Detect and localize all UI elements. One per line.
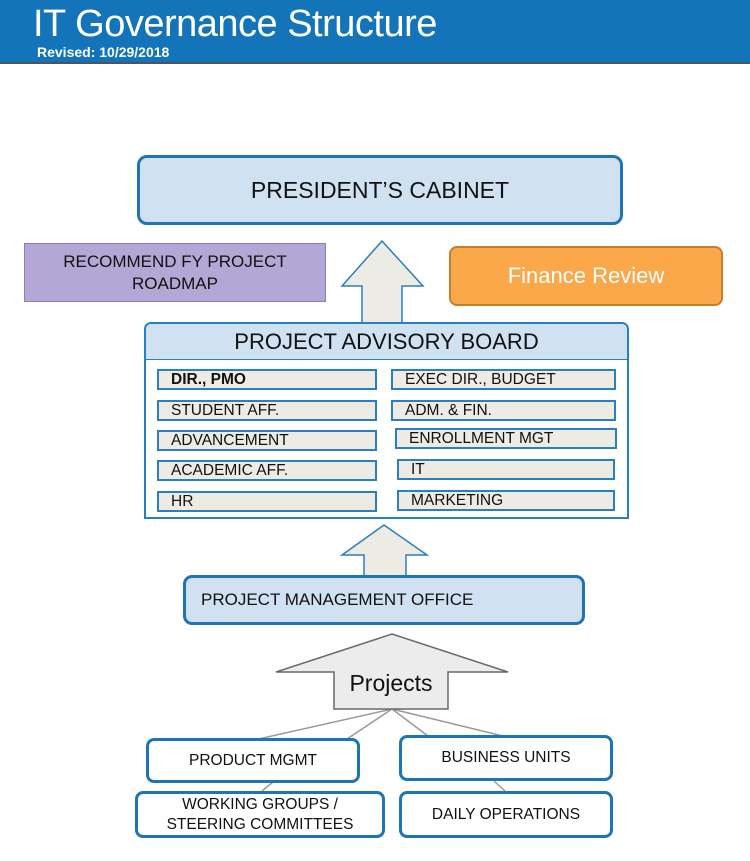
project-management-office-box: PROJECT MANAGEMENT OFFICE bbox=[183, 575, 585, 625]
working-groups-line2: STEERING COMMITTEES bbox=[166, 815, 354, 833]
connector-line bbox=[391, 708, 508, 738]
arrow-up-to-cabinet bbox=[340, 239, 425, 327]
connector-line bbox=[253, 708, 393, 741]
project-advisory-board: PROJECT ADVISORY BOARD DIR., PMO STUDENT… bbox=[144, 322, 629, 519]
projects-label: Projects bbox=[349, 670, 433, 696]
daily-operations-label: DAILY OPERATIONS bbox=[431, 805, 581, 823]
board-member-it: IT bbox=[397, 459, 615, 480]
board-member-advancement: ADVANCEMENT bbox=[157, 430, 377, 451]
product-mgmt-box: PRODUCT MGMT bbox=[146, 738, 360, 783]
business-units-label: BUSINESS UNITS bbox=[441, 749, 571, 766]
board-member-exec-dir-budget: EXEC DIR., BUDGET bbox=[391, 369, 616, 390]
connector-line bbox=[261, 781, 274, 792]
board-member-marketing: MARKETING bbox=[397, 490, 615, 511]
advisory-board-title: PROJECT ADVISORY BOARD bbox=[146, 324, 627, 360]
finance-review-label: Finance Review bbox=[507, 263, 665, 288]
board-member-enrollment-mgt: ENROLLMENT MGT bbox=[395, 428, 617, 449]
roadmap-label-line1: RECOMMEND FY PROJECT bbox=[63, 251, 287, 271]
product-mgmt-label: PRODUCT MGMT bbox=[188, 751, 317, 769]
board-member-student-aff: STUDENT AFF. bbox=[157, 400, 377, 421]
board-member-academic-aff: ACADEMIC AFF. bbox=[157, 460, 377, 481]
finance-review-box: Finance Review bbox=[449, 246, 723, 306]
presidents-cabinet-label: PRESIDENT’S CABINET bbox=[250, 176, 510, 203]
board-member-dir-pmo: DIR., PMO bbox=[157, 369, 377, 390]
roadmap-label-line2: ROADMAP bbox=[132, 273, 218, 293]
board-member-adm-fin: ADM. & FIN. bbox=[391, 400, 616, 421]
working-groups-box: WORKING GROUPS / STEERING COMMITTEES bbox=[135, 791, 385, 838]
board-member-hr: HR bbox=[157, 491, 377, 512]
daily-operations-box: DAILY OPERATIONS bbox=[399, 791, 613, 838]
pmo-label: PROJECT MANAGEMENT OFFICE bbox=[201, 590, 474, 609]
working-groups-line1: WORKING GROUPS / bbox=[182, 795, 338, 813]
presidents-cabinet-box: PRESIDENT’S CABINET bbox=[137, 155, 623, 225]
connector-line bbox=[493, 780, 506, 792]
recommend-roadmap-box: RECOMMEND FY PROJECT ROADMAP bbox=[24, 243, 326, 302]
business-units-box: BUSINESS UNITS bbox=[399, 735, 613, 781]
